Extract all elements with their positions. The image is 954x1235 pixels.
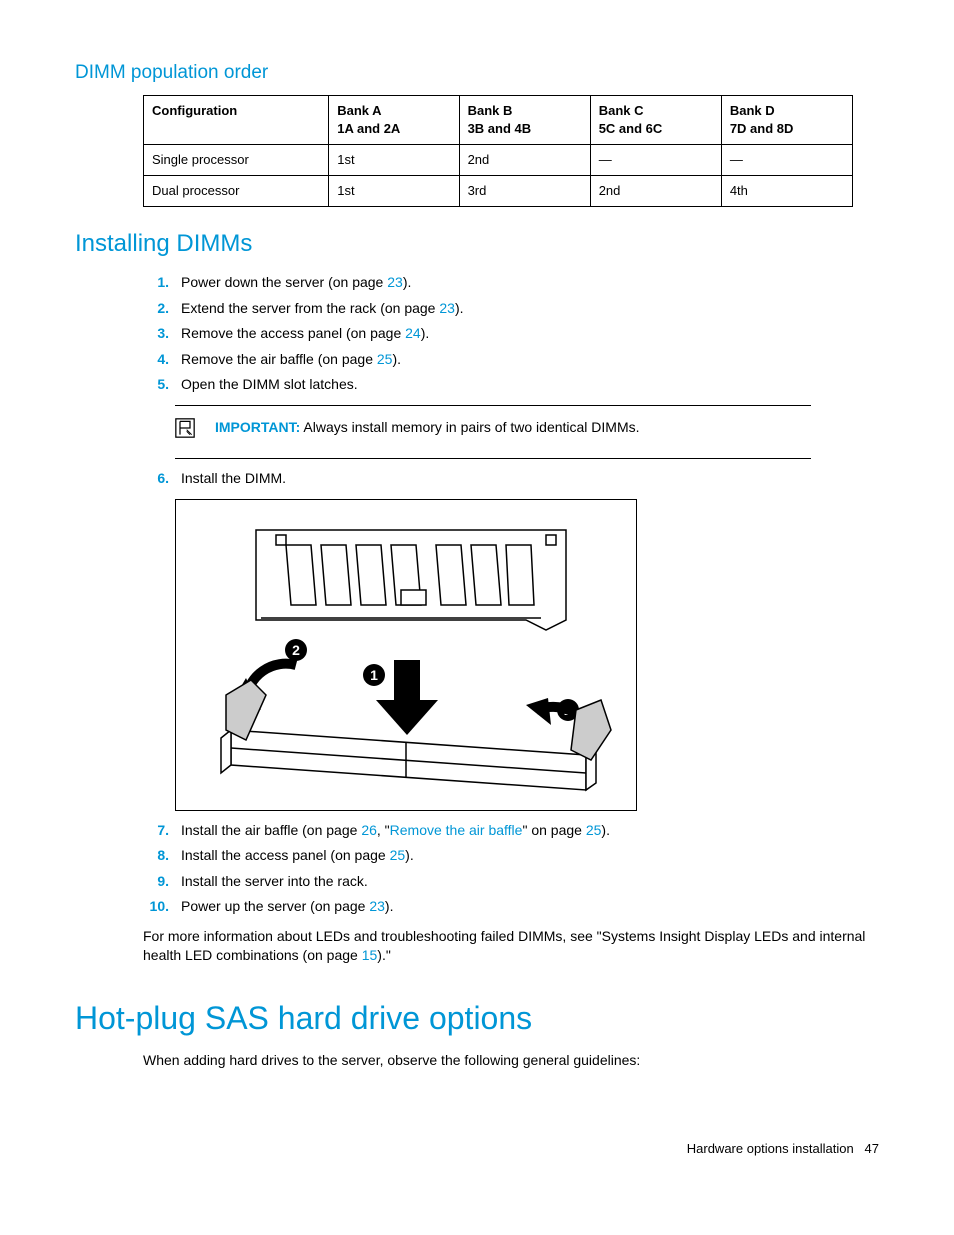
list-item: 10.Power up the server (on page 23).	[143, 897, 879, 917]
footer-page-number: 47	[865, 1141, 879, 1156]
col-bank-a: Bank A1A and 2A	[329, 95, 459, 144]
col-bank-d: Bank D7D and 8D	[721, 95, 852, 144]
list-item: 8.Install the access panel (on page 25).	[143, 846, 879, 866]
hotplug-intro-paragraph: When adding hard drives to the server, o…	[143, 1051, 879, 1071]
post-steps-paragraph: For more information about LEDs and trou…	[143, 927, 879, 966]
svg-text:2: 2	[292, 642, 300, 658]
page-link[interactable]: 26	[361, 822, 377, 838]
list-item: 2.Extend the server from the rack (on pa…	[143, 299, 879, 319]
important-note: IMPORTANT: Always install memory in pair…	[175, 405, 811, 459]
note-icon	[175, 418, 195, 438]
heading-installing-dimms: Installing DIMMs	[75, 227, 879, 261]
col-config: Configuration	[144, 95, 329, 144]
col-bank-b: Bank B3B and 4B	[459, 95, 590, 144]
install-steps-list: 1.Power down the server (on page 23). 2.…	[143, 273, 879, 395]
install-steps-list-cont1: 6.Install the DIMM.	[143, 469, 879, 489]
list-item: 6.Install the DIMM.	[143, 469, 879, 489]
important-label: IMPORTANT:	[215, 419, 300, 435]
install-steps-list-cont2: 7.Install the air baffle (on page 26, "R…	[143, 821, 879, 917]
footer-section: Hardware options installation	[687, 1141, 854, 1156]
page-footer: Hardware options installation 47	[75, 1140, 879, 1158]
list-item: 3.Remove the access panel (on page 24).	[143, 324, 879, 344]
list-item: 4.Remove the air baffle (on page 25).	[143, 350, 879, 370]
svg-text:1: 1	[370, 667, 378, 683]
page-link[interactable]: 23	[387, 274, 403, 290]
table-row: Dual processor 1st 3rd 2nd 4th	[144, 176, 853, 207]
dimm-install-figure: 1 2 2	[175, 499, 637, 811]
list-item: 7.Install the air baffle (on page 26, "R…	[143, 821, 879, 841]
page-link[interactable]: 25	[377, 351, 393, 367]
xref-link[interactable]: Remove the air baffle	[390, 822, 523, 838]
dimm-population-table: Configuration Bank A1A and 2A Bank B3B a…	[143, 95, 853, 208]
page-link[interactable]: 23	[369, 898, 385, 914]
col-bank-c: Bank C5C and 6C	[590, 95, 721, 144]
list-item: 5.Open the DIMM slot latches.	[143, 375, 879, 395]
heading-hot-plug-sas: Hot-plug SAS hard drive options	[75, 996, 879, 1041]
page-link[interactable]: 23	[439, 300, 455, 316]
page-link[interactable]: 15	[362, 947, 378, 963]
page-link[interactable]: 24	[405, 325, 421, 341]
page-link[interactable]: 25	[390, 847, 406, 863]
list-item: 9.Install the server into the rack.	[143, 872, 879, 892]
page-link[interactable]: 25	[586, 822, 602, 838]
table-row: Single processor 1st 2nd — —	[144, 144, 853, 175]
list-item: 1.Power down the server (on page 23).	[143, 273, 879, 293]
heading-dimm-population-order: DIMM population order	[75, 60, 879, 87]
